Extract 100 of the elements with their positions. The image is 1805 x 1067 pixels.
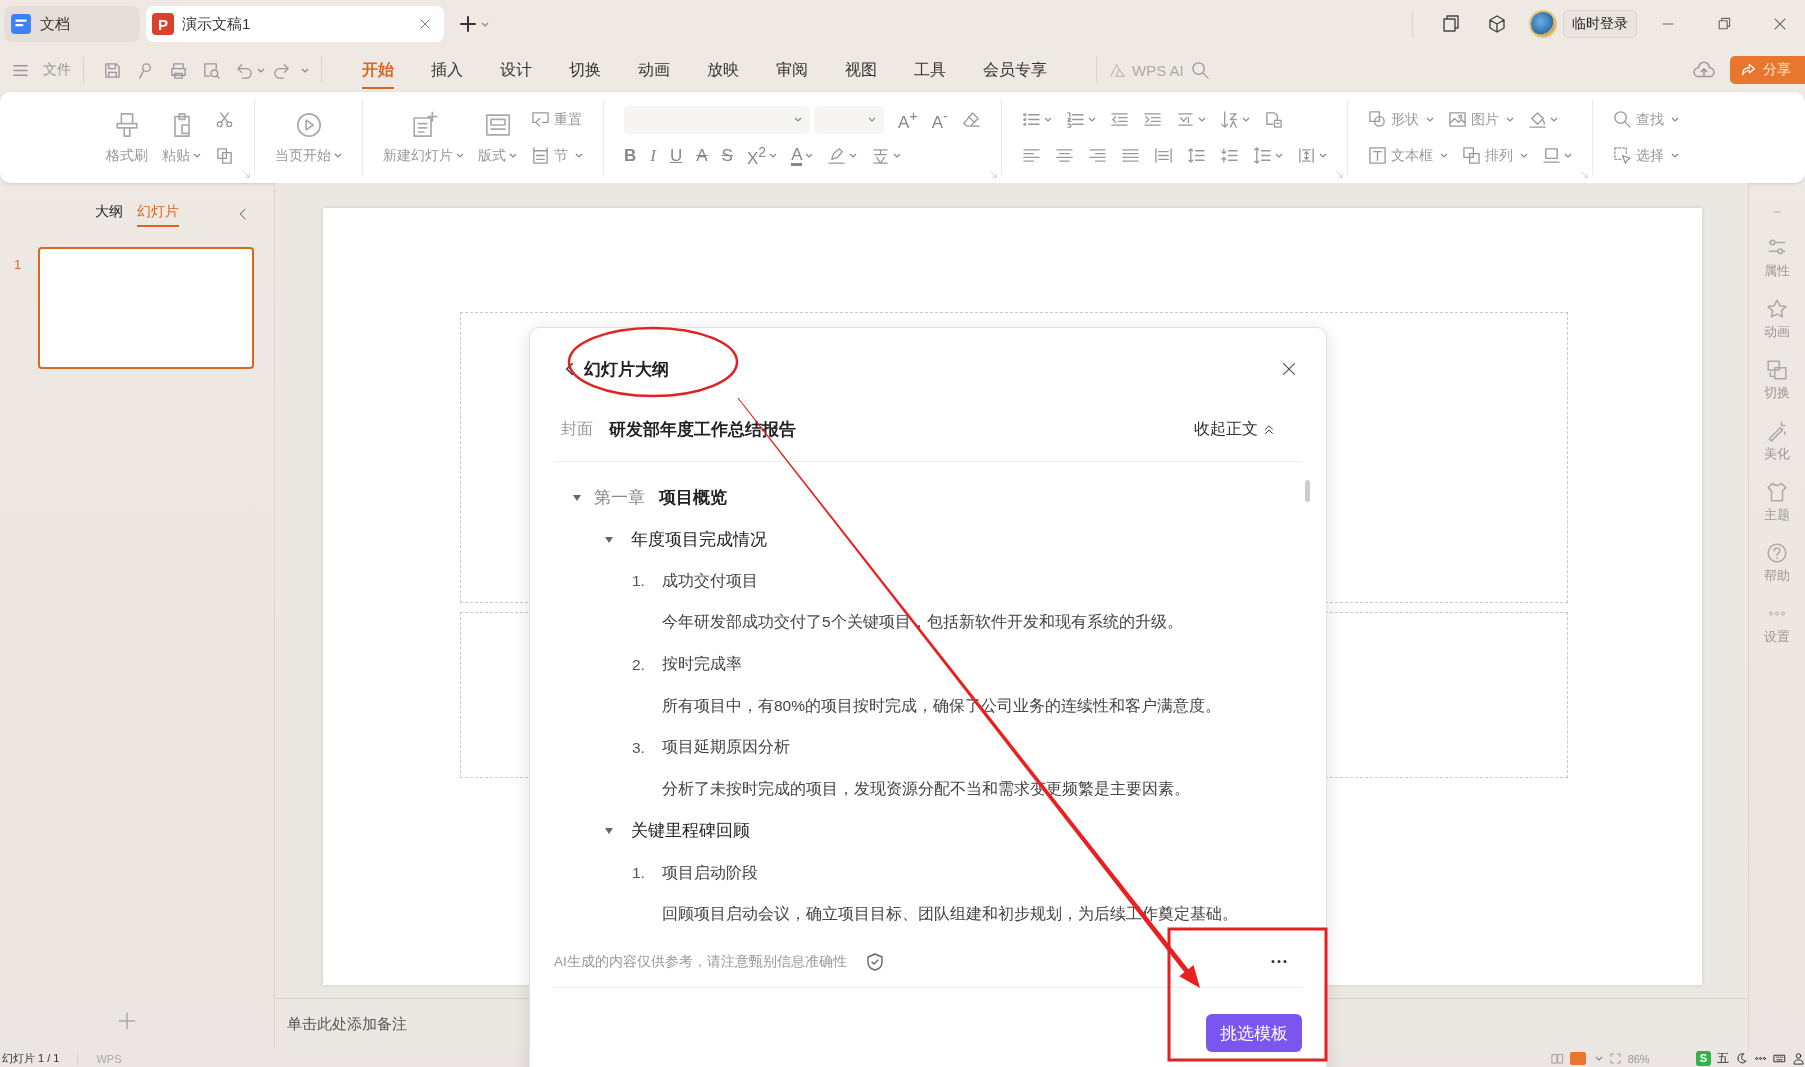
ribbon-button[interactable]: 粘贴	[162, 110, 201, 165]
ribbon-button[interactable]: 查找	[1612, 110, 1679, 129]
toolbar-button[interactable]	[1153, 146, 1173, 165]
dialog-launcher-icon[interactable]	[988, 170, 998, 179]
toolbar-button[interactable]	[1120, 146, 1140, 165]
close-icon[interactable]	[1280, 360, 1298, 378]
fit-icon[interactable]	[1608, 1052, 1622, 1065]
ribbon-button[interactable]: 版式	[478, 110, 517, 165]
toolbar-button[interactable]	[1065, 110, 1096, 129]
toolbar-button[interactable]	[1175, 110, 1206, 129]
collapse-body-button[interactable]: 收起正文	[1194, 419, 1276, 440]
moon-icon[interactable]	[1735, 1052, 1748, 1065]
toolbar-button[interactable]	[215, 110, 234, 129]
item-title[interactable]: 按时完成率	[662, 654, 742, 676]
chapter-title[interactable]: 项目概览	[659, 486, 727, 510]
cover-title[interactable]: 研发部年度工作总结报告	[609, 418, 796, 441]
toolbar-button[interactable]	[1527, 110, 1558, 129]
notes-placeholder[interactable]: 单击此处添加备注	[287, 1015, 407, 1034]
ime-logo[interactable]: S	[1695, 1051, 1711, 1066]
more-icon[interactable]	[1270, 959, 1288, 964]
format-button[interactable]: A	[791, 145, 814, 166]
menu-tab[interactable]: 工具	[914, 51, 946, 89]
font-size-field[interactable]	[814, 105, 884, 134]
slideshow-button[interactable]	[1569, 1052, 1586, 1065]
cube-icon[interactable]	[1487, 14, 1507, 34]
format-button[interactable]: S	[721, 147, 733, 164]
ribbon-button[interactable]: 文本框	[1367, 146, 1448, 165]
toolbar-button[interactable]	[1252, 146, 1283, 165]
toolbar-button[interactable]	[961, 110, 981, 129]
toolbar-button[interactable]	[871, 146, 902, 165]
sidebar-button[interactable]: 设置	[1764, 603, 1790, 646]
font-name-field[interactable]	[624, 105, 810, 134]
sidebar-button[interactable]: 属性	[1764, 237, 1790, 280]
ribbon-button[interactable]: 重置	[531, 110, 582, 129]
expand-triangle-icon[interactable]	[604, 534, 614, 545]
ribbon-button[interactable]: 图片	[1447, 110, 1514, 129]
toolbar-button[interactable]	[1021, 146, 1041, 165]
reading-view-icon[interactable]	[1550, 1052, 1564, 1065]
item-title[interactable]: 项目延期原因分析	[662, 737, 790, 759]
format-button[interactable]: B	[624, 147, 637, 164]
choose-template-button[interactable]: 挑选模板	[1206, 1014, 1302, 1052]
ime-mode[interactable]: 五	[1717, 1050, 1729, 1067]
format-button[interactable]: A	[696, 147, 708, 164]
keyboard-icon[interactable]	[1773, 1052, 1786, 1065]
sidebar-button[interactable]: 帮助	[1764, 542, 1790, 585]
menu-tab[interactable]: 审阅	[776, 51, 808, 89]
menu-tab[interactable]: 视图	[845, 51, 877, 89]
ribbon-button[interactable]: 新建幻灯片	[383, 110, 464, 165]
toolbar-button[interactable]	[1219, 110, 1250, 129]
menu-tab[interactable]: 动画	[638, 51, 670, 89]
plus-icon[interactable]	[458, 14, 478, 34]
print-icon[interactable]	[169, 60, 188, 80]
menu-tab[interactable]: 开始	[362, 51, 394, 89]
save-icon[interactable]	[103, 60, 122, 80]
close-icon[interactable]	[1772, 16, 1788, 32]
sidebar-button[interactable]: 切换	[1764, 359, 1790, 402]
toolbar-button[interactable]	[1263, 110, 1283, 129]
toolbar-button[interactable]	[1541, 146, 1572, 165]
item-title[interactable]: 成功交付项目	[662, 570, 758, 592]
theme-name[interactable]: WPS	[96, 1052, 122, 1065]
slide-thumbnail[interactable]	[38, 247, 254, 369]
person-icon[interactable]	[1792, 1052, 1805, 1065]
sidebar-button[interactable]: 美化	[1764, 420, 1790, 463]
format-button[interactable]: X$^{2}$	[746, 144, 778, 167]
menu-tab[interactable]: 会员专享	[983, 51, 1047, 89]
login-button[interactable]: 临时登录	[1563, 10, 1637, 38]
ai-button[interactable]: WPS AI	[1109, 61, 1184, 79]
format-button[interactable]: A$^{+}$	[898, 108, 918, 131]
ribbon-button[interactable]: 选择	[1612, 146, 1679, 165]
menu-tab[interactable]: 放映	[707, 51, 739, 89]
avatar[interactable]	[1529, 10, 1557, 38]
add-slide-icon[interactable]	[116, 1010, 138, 1032]
toolbar-button[interactable]	[215, 146, 234, 165]
toolbar-button[interactable]	[827, 146, 858, 165]
toolbar-button[interactable]	[1296, 146, 1327, 165]
toolbar-button[interactable]	[1054, 146, 1074, 165]
search-icon[interactable]	[1190, 60, 1210, 80]
restore-icon[interactable]	[1716, 16, 1732, 32]
format-button[interactable]: A$^{-}$	[931, 108, 948, 131]
windows-icon[interactable]	[1441, 14, 1461, 34]
ribbon-button[interactable]: 形状	[1367, 110, 1434, 129]
ribbon-button[interactable]: 节	[531, 146, 583, 165]
toolbar-button[interactable]	[1219, 146, 1239, 165]
expand-triangle-icon[interactable]	[572, 492, 582, 503]
toolbar-button[interactable]	[1186, 146, 1206, 165]
document-tab[interactable]: P 演示文稿1	[146, 6, 444, 42]
toolbar-button[interactable]	[1109, 110, 1129, 129]
file-menu[interactable]: 文件	[4, 60, 71, 80]
zoom-level[interactable]: 86%	[1627, 1052, 1650, 1065]
format-button[interactable]: I	[650, 147, 656, 164]
toolbar-button[interactable]	[1142, 110, 1162, 129]
close-icon[interactable]	[418, 17, 432, 31]
ribbon-button[interactable]: 排列	[1461, 146, 1528, 165]
format-button[interactable]: U	[669, 147, 683, 164]
print-preview-icon[interactable]	[202, 60, 221, 80]
sidebar-button[interactable]: 动画	[1764, 298, 1790, 341]
ribbon-button[interactable]: 格式刷	[106, 110, 148, 165]
section-title[interactable]: 关键里程碑回顾	[631, 820, 750, 843]
document-tab[interactable]: 文档	[4, 6, 140, 42]
dialog-launcher-icon[interactable]	[242, 170, 251, 179]
